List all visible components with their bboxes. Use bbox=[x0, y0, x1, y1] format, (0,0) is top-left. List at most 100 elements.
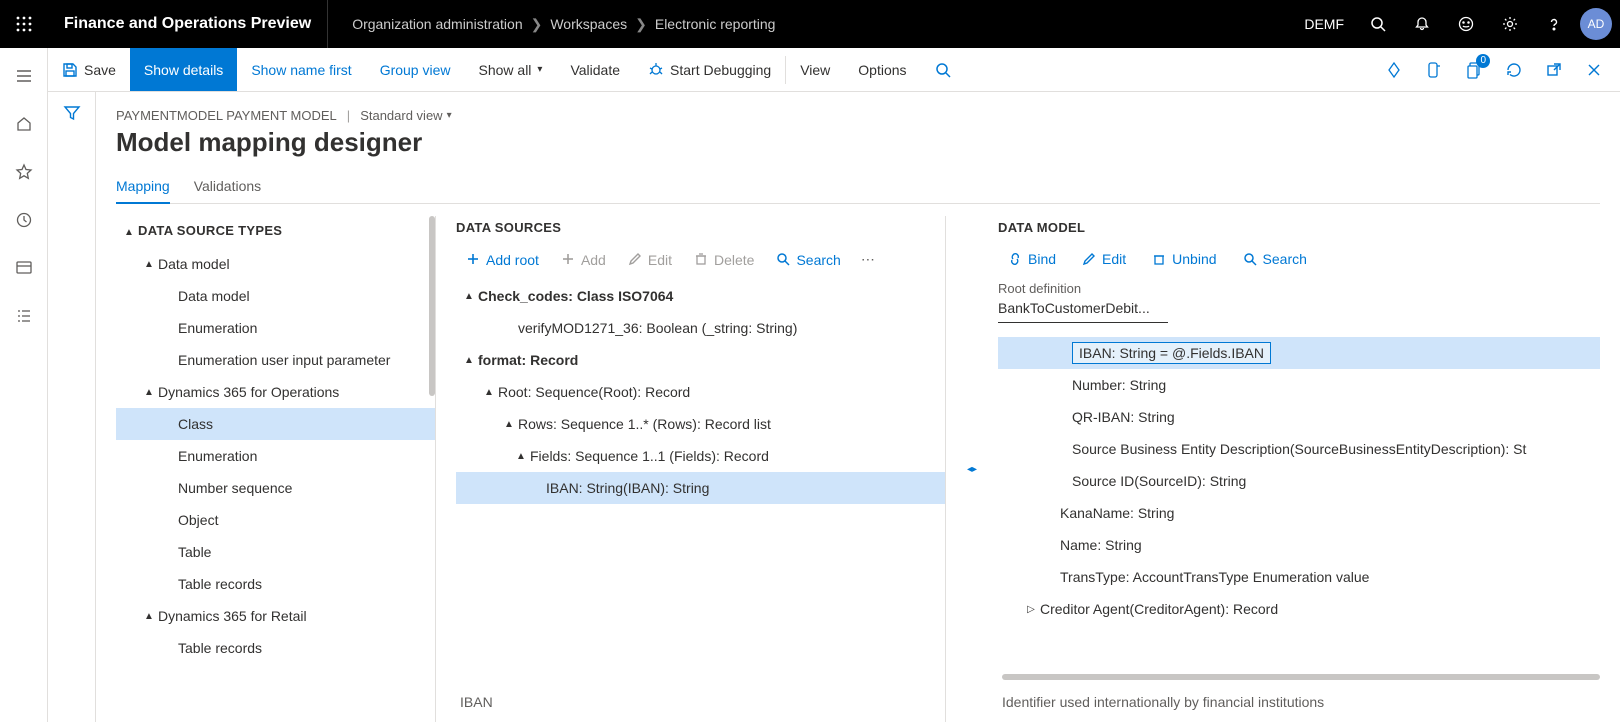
tree-row[interactable]: ▲format: Record bbox=[456, 344, 945, 376]
search-icon bbox=[776, 252, 792, 268]
modules-icon[interactable] bbox=[4, 296, 44, 336]
bind-button[interactable]: Bind bbox=[998, 247, 1066, 271]
tree-row[interactable]: Table records bbox=[116, 568, 435, 600]
tree-row[interactable]: Name: String bbox=[998, 529, 1600, 561]
tree-row[interactable]: ▲Fields: Sequence 1..1 (Fields): Record bbox=[456, 440, 945, 472]
caret-right-icon: ▷ bbox=[1022, 604, 1040, 615]
tree-row[interactable]: Object bbox=[116, 504, 435, 536]
global-header: Finance and Operations Preview Organizat… bbox=[0, 0, 1620, 48]
tree-row[interactable]: ▲Dynamics 365 for Retail bbox=[116, 600, 435, 632]
bell-icon[interactable] bbox=[1400, 0, 1444, 48]
tree-row[interactable]: Source ID(SourceID): String bbox=[998, 465, 1600, 497]
tree-row[interactable]: Enumeration bbox=[116, 312, 435, 344]
app-launcher-icon[interactable] bbox=[0, 0, 48, 48]
page-title: Model mapping designer bbox=[116, 127, 1620, 158]
tree-row-selected[interactable]: Class bbox=[116, 408, 435, 440]
clock-icon[interactable] bbox=[4, 200, 44, 240]
caret-down-icon: ▲ bbox=[460, 291, 478, 302]
caret-down-icon: ▲ bbox=[140, 259, 158, 270]
help-icon[interactable] bbox=[1532, 0, 1576, 48]
nav-rail bbox=[0, 48, 48, 722]
add-root-button[interactable]: Add root bbox=[456, 248, 549, 272]
plus-icon bbox=[466, 252, 482, 268]
tree-row[interactable]: Enumeration user input parameter bbox=[116, 344, 435, 376]
tree-row-selected[interactable]: IBAN: String(IBAN): String bbox=[456, 472, 945, 504]
tree-row[interactable]: ▷Creditor Agent(CreditorAgent): Record bbox=[998, 593, 1600, 625]
splitter[interactable]: ◂▸ bbox=[966, 216, 978, 722]
tree-row[interactable]: Table bbox=[116, 536, 435, 568]
root-definition-label: Root definition bbox=[998, 281, 1600, 296]
tree-row[interactable]: ▲Rows: Sequence 1..* (Rows): Record list bbox=[456, 408, 945, 440]
show-all-dropdown[interactable]: Show all▾ bbox=[465, 48, 557, 91]
search-button[interactable]: Search bbox=[766, 248, 850, 272]
filter-column bbox=[48, 92, 96, 722]
root-definition-value[interactable]: BankToCustomerDebit... bbox=[998, 298, 1168, 323]
tree-row[interactable]: ▲Dynamics 365 for Operations bbox=[116, 376, 435, 408]
pencil-icon bbox=[628, 252, 644, 268]
tree-row[interactable]: ▲Data model bbox=[116, 248, 435, 280]
more-icon[interactable]: ⋯ bbox=[853, 247, 883, 272]
node-description: Identifier used internationally by finan… bbox=[1002, 694, 1324, 710]
chevron-down-icon: ▾ bbox=[447, 110, 452, 121]
tab-mapping[interactable]: Mapping bbox=[116, 170, 170, 204]
show-all-label: Show all bbox=[479, 62, 532, 78]
action-search-button[interactable] bbox=[921, 48, 965, 91]
attach-icon[interactable] bbox=[1416, 52, 1452, 88]
validate-button[interactable]: Validate bbox=[556, 48, 634, 91]
save-button[interactable]: Save bbox=[48, 48, 130, 91]
show-name-first-button[interactable]: Show name first bbox=[237, 48, 365, 91]
tree-row[interactable]: Source Business Entity Description(Sourc… bbox=[998, 433, 1600, 465]
tree-row[interactable]: ▲Check_codes: Class ISO7064 bbox=[456, 280, 945, 312]
tree-row[interactable]: Number: String bbox=[998, 369, 1600, 401]
edit-button[interactable]: Edit bbox=[1072, 247, 1136, 271]
tree-row[interactable]: KanaName: String bbox=[998, 497, 1600, 529]
unbind-button[interactable]: Unbind bbox=[1142, 247, 1226, 271]
tree-row[interactable]: ▲Root: Sequence(Root): Record bbox=[456, 376, 945, 408]
personalize-icon[interactable] bbox=[1376, 52, 1412, 88]
app-title: Finance and Operations Preview bbox=[48, 0, 328, 48]
group-view-button[interactable]: Group view bbox=[366, 48, 465, 91]
hamburger-icon[interactable] bbox=[4, 56, 44, 96]
view-picker[interactable]: Standard view ▾ bbox=[360, 108, 451, 123]
avatar[interactable]: AD bbox=[1580, 8, 1612, 40]
workspace-icon[interactable] bbox=[4, 248, 44, 288]
options-label: Options bbox=[858, 62, 906, 78]
search-button[interactable]: Search bbox=[1233, 247, 1317, 271]
refresh-icon[interactable] bbox=[1496, 52, 1532, 88]
tree-row-selected[interactable]: IBAN: String = @.Fields.IBAN bbox=[998, 337, 1600, 369]
star-icon[interactable] bbox=[4, 152, 44, 192]
tree-row[interactable]: Number sequence bbox=[116, 472, 435, 504]
tab-validations[interactable]: Validations bbox=[194, 170, 261, 203]
start-debugging-button[interactable]: Start Debugging bbox=[634, 48, 785, 91]
search-icon[interactable] bbox=[1356, 0, 1400, 48]
smile-icon[interactable] bbox=[1444, 0, 1488, 48]
data-source-types-panel: ▲DATA SOURCE TYPES ▲Data model Data mode… bbox=[116, 216, 436, 722]
plus-icon bbox=[561, 252, 577, 268]
close-icon[interactable] bbox=[1576, 52, 1612, 88]
view-button[interactable]: View bbox=[786, 48, 844, 91]
home-icon[interactable] bbox=[4, 104, 44, 144]
tree-row[interactable]: verifyMOD1271_36: Boolean (_string: Stri… bbox=[456, 312, 945, 344]
trash-icon bbox=[1152, 252, 1166, 266]
tree-row[interactable]: Enumeration bbox=[116, 440, 435, 472]
filter-icon[interactable] bbox=[63, 104, 81, 722]
show-details-button[interactable]: Show details bbox=[130, 48, 237, 91]
tree-row[interactable]: Data model bbox=[116, 280, 435, 312]
tree-row[interactable]: QR-IBAN: String bbox=[998, 401, 1600, 433]
tree-row[interactable]: Table records bbox=[116, 632, 435, 664]
messages-badge: 0 bbox=[1476, 54, 1490, 68]
popout-icon[interactable] bbox=[1536, 52, 1572, 88]
tree-header[interactable]: ▲DATA SOURCE TYPES bbox=[116, 216, 435, 248]
tree-row[interactable]: TransType: AccountTransType Enumeration … bbox=[998, 561, 1600, 593]
horizontal-scrollbar[interactable] bbox=[1002, 674, 1600, 680]
scrollbar[interactable] bbox=[429, 216, 435, 396]
options-button[interactable]: Options bbox=[844, 48, 920, 91]
breadcrumb-item[interactable]: Electronic reporting bbox=[655, 16, 776, 32]
gear-icon[interactable] bbox=[1488, 0, 1532, 48]
breadcrumb-item[interactable]: Organization administration bbox=[352, 16, 522, 32]
messages-icon[interactable]: 0 bbox=[1456, 52, 1492, 88]
edit-button: Edit bbox=[618, 248, 682, 272]
breadcrumb-item[interactable]: Workspaces bbox=[550, 16, 627, 32]
separator: | bbox=[347, 108, 350, 123]
legal-entity[interactable]: DEMF bbox=[1292, 16, 1356, 32]
